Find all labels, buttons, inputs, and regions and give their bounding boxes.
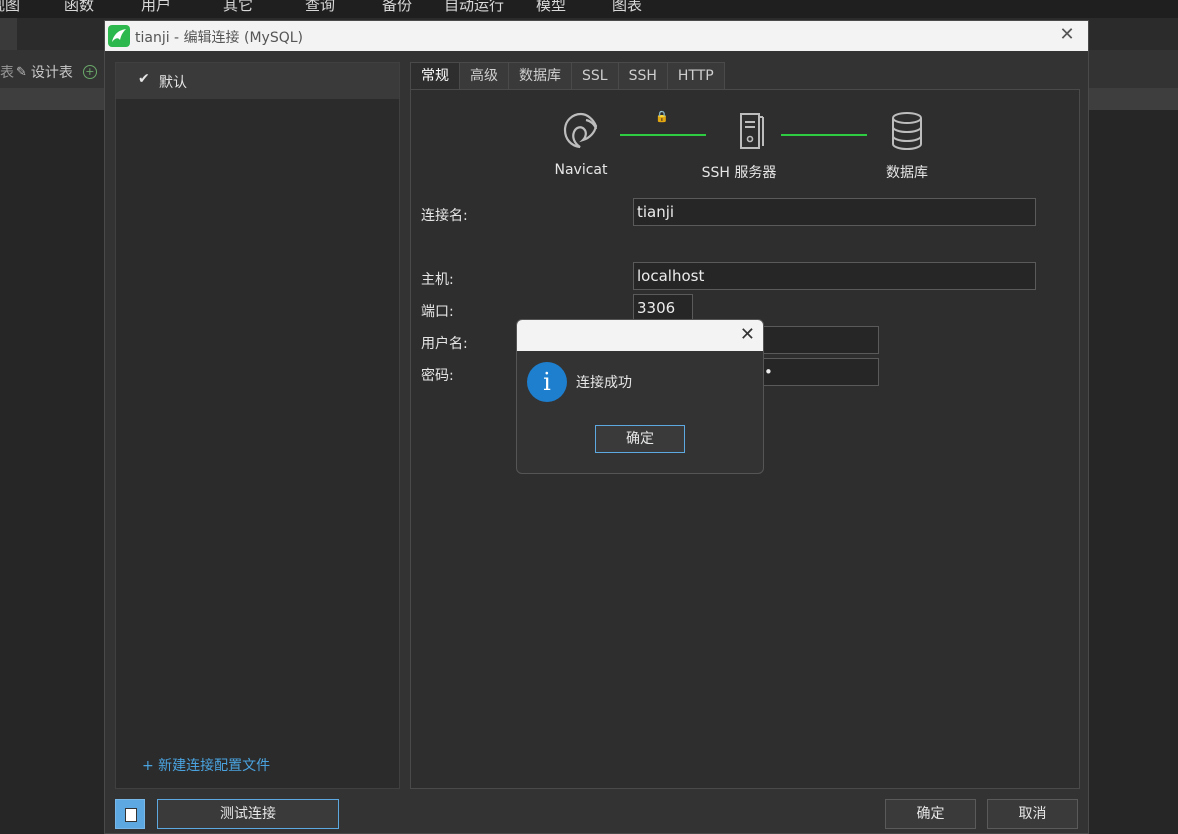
test-connection-button[interactable]: 测试连接 xyxy=(157,799,339,829)
navicat-logo-icon xyxy=(563,112,598,149)
connection-diagram: Navicat 🔒 SSH 服务器 数据库 xyxy=(411,110,1081,190)
design-table-tool[interactable]: 表 ✎ 设计表 + xyxy=(0,62,97,82)
lock-icon: 🔒 xyxy=(655,110,669,123)
dialog-titlebar: tianji - 编辑连接 (MySQL) ✕ xyxy=(105,21,1088,51)
tab-advanced[interactable]: 高级 xyxy=(459,62,509,90)
tab-http[interactable]: HTTP xyxy=(666,62,725,90)
tab-ssh[interactable]: SSH xyxy=(617,62,668,90)
port-label: 端口: xyxy=(421,304,454,320)
menu-item-others[interactable]: 其它 xyxy=(223,0,253,15)
cancel-button[interactable]: 取消 xyxy=(987,799,1078,829)
message-text: 连接成功 xyxy=(576,375,632,391)
message-ok-button[interactable]: 确定 xyxy=(595,425,685,453)
connection-file-icon[interactable] xyxy=(115,799,145,829)
tab-ssl[interactable]: SSL xyxy=(571,62,619,90)
message-box-titlebar: ✕ xyxy=(517,320,763,351)
check-icon: ✔ xyxy=(138,71,150,87)
connection-success-message-box: ✕ i 连接成功 确定 xyxy=(516,319,764,474)
profile-label: 默认 xyxy=(159,75,187,91)
database-node: 数据库 xyxy=(877,110,937,182)
database-label: 数据库 xyxy=(886,165,928,181)
username-label: 用户名: xyxy=(421,336,468,352)
close-icon[interactable]: ✕ xyxy=(1056,24,1078,46)
ok-button[interactable]: 确定 xyxy=(885,799,976,829)
menu-item-backup[interactable]: 备份 xyxy=(382,0,412,15)
host-label: 主机: xyxy=(421,272,454,288)
background-tab[interactable] xyxy=(0,18,17,50)
connection-name-input[interactable]: tianji xyxy=(633,198,1036,226)
navicat-app-icon xyxy=(108,25,130,47)
info-icon: i xyxy=(527,362,567,402)
dialog-title: tianji - 编辑连接 (MySQL) xyxy=(135,30,304,46)
profile-item-default[interactable]: ✔ 默认 xyxy=(116,63,399,99)
host-input[interactable]: localhost xyxy=(633,262,1036,290)
connection-profile-panel: ✔ 默认 + 新建连接配置文件 xyxy=(115,62,400,789)
navicat-label: Navicat xyxy=(554,162,608,178)
ssh-server-label: SSH 服务器 xyxy=(701,165,777,181)
ssh-server-node: SSH 服务器 xyxy=(694,110,784,182)
port-input[interactable]: 3306 xyxy=(633,294,693,322)
menu-item-query[interactable]: 查询 xyxy=(305,0,335,15)
close-icon[interactable]: ✕ xyxy=(740,324,755,346)
connection-name-label: 连接名: xyxy=(421,208,468,224)
menu-item-users[interactable]: 用户 xyxy=(141,0,171,15)
connection-link-2 xyxy=(781,134,867,136)
navicat-node: Navicat xyxy=(551,110,611,178)
menu-item-functions[interactable]: 函数 xyxy=(64,0,94,15)
add-circle-icon[interactable]: + xyxy=(82,65,97,79)
menu-item-automation[interactable]: 自动运行 xyxy=(444,0,504,15)
tab-general[interactable]: 常规 xyxy=(410,62,460,91)
background-menubar: 视图 函数 用户 其它 查询 备份 自动运行 模型 图表 xyxy=(0,0,1178,18)
separator-icon: 表 xyxy=(0,65,14,81)
pencil-icon: ✎ xyxy=(16,64,27,80)
settings-tabs: 常规 高级 数据库 SSL SSH HTTP xyxy=(410,62,725,91)
password-label: 密码: xyxy=(421,368,454,384)
tab-database[interactable]: 数据库 xyxy=(508,62,572,90)
menu-item-model[interactable]: 模型 xyxy=(536,0,566,15)
new-profile-link[interactable]: + 新建连接配置文件 xyxy=(142,755,270,775)
document-icon xyxy=(125,808,137,822)
database-icon xyxy=(892,112,922,151)
menu-item-chart[interactable]: 图表 xyxy=(612,0,642,15)
design-table-label: 设计表 xyxy=(30,65,73,81)
menu-item-view[interactable]: 视图 xyxy=(0,0,20,15)
server-icon xyxy=(740,113,764,149)
